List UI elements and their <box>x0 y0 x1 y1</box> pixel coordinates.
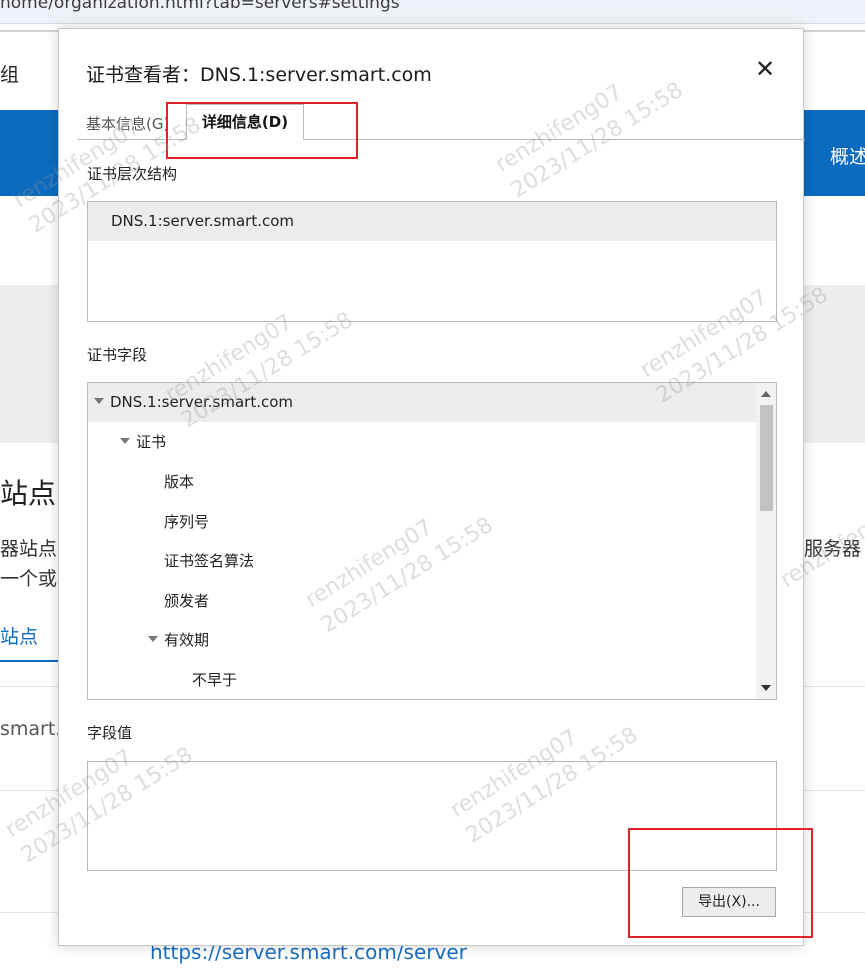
certificate-fields-tree[interactable]: DNS.1:server.smart.com 证书 版本 序列号 证书签名算法 … <box>87 382 777 700</box>
tree-item-validity[interactable]: 有效期 <box>148 621 209 660</box>
fields-label: 证书字段 <box>87 346 148 364</box>
tree-item-label: 颁发者 <box>164 592 210 610</box>
tree-item-label: 证书签名算法 <box>164 552 255 570</box>
address-bar-url: home/organization.html?tab=servers#setti… <box>0 0 400 13</box>
tree-item-label: 版本 <box>164 473 195 491</box>
tree-item-not-before[interactable]: 不早于 <box>192 661 238 699</box>
scroll-down-arrow-icon[interactable] <box>761 685 771 691</box>
tree-item-certificate[interactable]: 证书 <box>120 423 166 462</box>
hierarchy-item[interactable]: DNS.1:server.smart.com <box>88 202 776 241</box>
hierarchy-label: 证书层次结构 <box>87 165 178 183</box>
expand-triangle-icon[interactable] <box>120 437 130 444</box>
scrollbar-thumb[interactable] <box>760 405 773 511</box>
bg-nav-overview[interactable]: 概述 <box>830 142 865 169</box>
bg-tab-underline <box>0 660 58 662</box>
bg-row-text: smart. <box>0 718 62 740</box>
scroll-up-arrow-icon[interactable] <box>761 391 771 397</box>
vertical-scrollbar[interactable] <box>756 383 776 699</box>
tab-basic-info[interactable]: 基本信息(G) <box>86 113 169 134</box>
tree-item-label: 证书 <box>136 433 167 451</box>
address-bar[interactable]: home/organization.html?tab=servers#setti… <box>0 0 865 24</box>
field-value-label: 字段值 <box>87 724 133 742</box>
bg-tab-sites[interactable]: 站点 <box>0 622 38 649</box>
bg-header-label: 组 <box>0 64 20 86</box>
bg-description-line1: 器站点 <box>0 538 58 560</box>
tree-item-issuer[interactable]: 颁发者 <box>164 582 209 621</box>
close-icon[interactable]: ✕ <box>751 55 779 83</box>
expand-triangle-icon[interactable] <box>148 635 158 642</box>
bg-description-line2: 一个或 <box>0 568 58 590</box>
tree-item-version[interactable]: 版本 <box>164 463 194 502</box>
annotation-highlight-tab <box>166 102 358 159</box>
tree-item-label: DNS.1:server.smart.com <box>110 393 294 411</box>
dialog-title: 证书查看者：DNS.1:server.smart.com <box>86 64 432 86</box>
annotation-highlight-export <box>628 828 813 938</box>
tree-item-signature-algorithm[interactable]: 证书签名算法 <box>164 542 254 581</box>
bg-section-title: 站点 <box>0 477 57 510</box>
tree-item-label: 不早于 <box>192 671 238 689</box>
bg-description-right: 服务器 <box>804 538 862 560</box>
tree-item-label: 序列号 <box>164 513 210 531</box>
hierarchy-list[interactable]: DNS.1:server.smart.com <box>87 201 777 322</box>
tree-item-root[interactable]: DNS.1:server.smart.com <box>88 383 756 422</box>
tree-item-serial[interactable]: 序列号 <box>164 503 209 542</box>
certificate-viewer-dialog: 证书查看者：DNS.1:server.smart.com ✕ 基本信息(G) 详… <box>58 28 805 946</box>
expand-triangle-icon[interactable] <box>94 397 104 404</box>
tree-item-label: 有效期 <box>164 631 210 649</box>
